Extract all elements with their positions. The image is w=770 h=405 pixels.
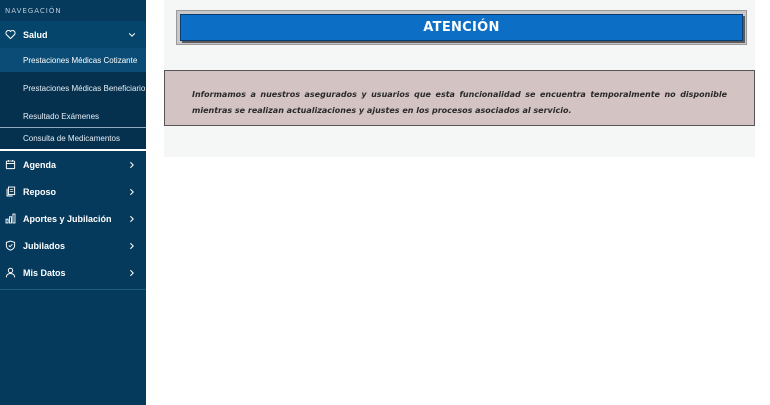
sidebar-item-label: Salud — [23, 29, 48, 40]
attention-title: ATENCIÓN — [423, 20, 500, 35]
app-root: NAVEGACIÓN Salud Prestaciones Médicas Co… — [0, 0, 770, 405]
chevron-right-icon — [128, 161, 136, 169]
sidebar-item-reposo[interactable]: Reposo — [0, 178, 146, 205]
attention-banner: ATENCIÓN — [176, 10, 747, 45]
sidebar-item-label: Aportes y Jubilación — [23, 213, 112, 224]
sidebar-item-jubilados[interactable]: Jubilados — [0, 232, 146, 259]
main-content: ATENCIÓN Informamos a nuestros asegurado… — [146, 0, 770, 405]
bar-chart-icon — [5, 213, 16, 224]
sidebar-item-label: Jubilados — [23, 240, 66, 251]
chevron-right-icon — [128, 242, 136, 250]
shield-icon — [5, 240, 16, 251]
content-panel: ATENCIÓN Informamos a nuestros asegurado… — [164, 0, 755, 157]
sidebar-item-salud[interactable]: Salud — [0, 21, 146, 48]
sidebar: NAVEGACIÓN Salud Prestaciones Médicas Co… — [0, 0, 146, 405]
sidebar-item-label: Mis Datos — [23, 267, 66, 278]
calendar-icon — [5, 159, 16, 170]
chevron-down-icon — [128, 31, 136, 39]
sidebar-item-aportes-jubilacion[interactable]: Aportes y Jubilación — [0, 205, 146, 232]
sidebar-item-label: Reposo — [23, 186, 57, 197]
sidebar-item-mis-datos[interactable]: Mis Datos — [0, 259, 146, 286]
chevron-right-icon — [128, 269, 136, 277]
sidebar-item-label: Agenda — [23, 159, 57, 170]
heart-icon — [5, 29, 16, 40]
submenu-item-prestaciones-beneficiario[interactable]: Prestaciones Médicas Beneficiario — [0, 72, 146, 105]
sidebar-divider — [0, 289, 146, 290]
notice-text: Informamos a nuestros asegurados y usuar… — [192, 90, 727, 115]
user-icon — [5, 267, 16, 278]
salud-submenu: Prestaciones Médicas Cotizante Prestacio… — [0, 48, 146, 151]
attention-banner-inner: ATENCIÓN — [180, 14, 743, 41]
sidebar-item-agenda[interactable]: Agenda — [0, 151, 146, 178]
chevron-right-icon — [128, 215, 136, 223]
submenu-item-consulta-medicamentos[interactable]: Consulta de Medicamentos — [0, 127, 146, 151]
documents-icon — [5, 186, 16, 197]
notice-box: Informamos a nuestros asegurados y usuar… — [164, 70, 755, 126]
submenu-item-prestaciones-cotizante[interactable]: Prestaciones Médicas Cotizante — [0, 48, 146, 72]
submenu-item-resultado-examenes[interactable]: Resultado Exámenes — [0, 105, 146, 127]
chevron-right-icon — [128, 188, 136, 196]
nav-heading: NAVEGACIÓN — [5, 7, 62, 15]
